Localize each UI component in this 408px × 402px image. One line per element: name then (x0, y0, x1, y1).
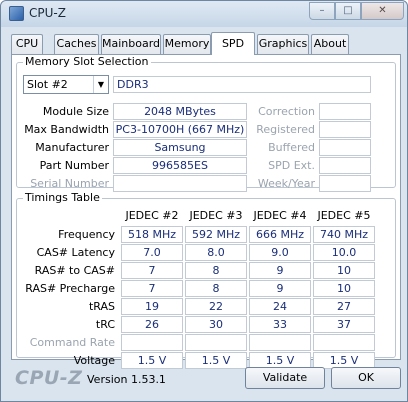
timing-row-label: RAS# to CAS# (34, 264, 115, 277)
bottom-bar: CPU-Z Version 1.53.1 Validate OK (1, 363, 407, 401)
timing-value-cell: 7 (121, 280, 183, 297)
timing-row-label: Command Rate (29, 336, 115, 349)
timing-value-cell: 9 (249, 280, 311, 297)
slot-select-value: Slot #2 (27, 78, 68, 91)
registered-value (319, 121, 371, 138)
column-header: JEDEC #2 (125, 209, 179, 222)
timing-value-cell: 30 (185, 316, 247, 333)
serial-number-label: Serial Number (30, 177, 109, 190)
part-number-label: Part Number (39, 159, 109, 172)
buffered-value (319, 139, 371, 156)
cpuz-logo: CPU-Z (15, 367, 83, 389)
part-number-value: 996585ES (113, 157, 247, 174)
manufacturer-label: Manufacturer (35, 141, 109, 154)
timing-value-cell: 8 (185, 280, 247, 297)
timing-value-cell: 7 (121, 262, 183, 279)
tab-spd[interactable]: SPD (211, 32, 255, 55)
timing-value-cell: 37 (313, 316, 375, 333)
timing-row-label: tRC (95, 318, 115, 331)
timing-value-cell: 9 (249, 262, 311, 279)
timings-table-legend: Timings Table (23, 191, 102, 204)
manufacturer-value: Samsung (113, 139, 247, 156)
timing-value-cell: 518 MHz (121, 226, 183, 243)
timing-value-cell: 666 MHz (249, 226, 311, 243)
column-header: JEDEC #5 (317, 209, 371, 222)
max-bandwidth-label: Max Bandwidth (24, 123, 109, 136)
timing-value-cell: 10 (313, 280, 375, 297)
timing-value-cell: 10.0 (313, 244, 375, 261)
version-label: Version 1.53.1 (87, 373, 166, 386)
timing-value-cell (313, 334, 375, 351)
tab-cpu[interactable]: CPU (11, 34, 43, 54)
close-button[interactable]: ✕ (361, 2, 404, 20)
timing-value-cell: 7.0 (121, 244, 183, 261)
timing-row-label: tRAS (88, 300, 115, 313)
buffered-label: Buffered (268, 141, 315, 154)
timing-value-cell: 592 MHz (185, 226, 247, 243)
column-header: JEDEC #3 (189, 209, 243, 222)
max-bandwidth-value: PC3-10700H (667 MHz) (113, 121, 247, 138)
timing-value-cell: 27 (313, 298, 375, 315)
timing-value-cell: 22 (185, 298, 247, 315)
module-size-value: 2048 MBytes (113, 103, 247, 120)
memory-slot-group: Memory Slot Selection Slot #2 ▼ DDR3 Mod… (16, 55, 396, 192)
ok-button[interactable]: OK (331, 367, 401, 389)
memory-slot-legend: Memory Slot Selection (23, 55, 151, 68)
timing-value-cell: 8.0 (185, 244, 247, 261)
registered-label: Registered (256, 123, 315, 136)
spd-panel: Memory Slot Selection Slot #2 ▼ DDR3 Mod… (11, 54, 401, 369)
timing-value-cell (185, 334, 247, 351)
title-bar[interactable]: CPU-Z – □ ✕ (1, 1, 407, 27)
timing-value-cell (249, 334, 311, 351)
maximize-button[interactable]: □ (335, 2, 361, 20)
tab-caches[interactable]: Caches (54, 34, 99, 54)
timing-value-cell: 8 (185, 262, 247, 279)
window-title: CPU-Z (29, 6, 66, 20)
slot-select[interactable]: Slot #2 ▼ (23, 75, 109, 94)
chevron-down-icon[interactable]: ▼ (93, 76, 108, 93)
memory-type-field: DDR3 (113, 76, 371, 93)
timing-row-label: RAS# Precharge (25, 282, 115, 295)
cpuz-window: CPU-Z – □ ✕ CPU Caches Mainboard Memory … (0, 0, 408, 402)
serial-number-value (113, 175, 247, 192)
timing-row-label: Frequency (58, 228, 115, 241)
validate-button[interactable]: Validate (245, 367, 325, 389)
timing-value-cell: 740 MHz (313, 226, 375, 243)
spd-ext-label: SPD Ext. (268, 159, 315, 172)
correction-label: Correction (258, 105, 315, 118)
tab-bar: CPU Caches Mainboard Memory SPD Graphics… (11, 32, 401, 55)
minimize-button[interactable]: – (309, 2, 335, 20)
timing-value-cell (121, 334, 183, 351)
tab-about[interactable]: About (311, 34, 349, 54)
tab-graphics[interactable]: Graphics (257, 34, 309, 54)
timing-value-cell: 33 (249, 316, 311, 333)
week-year-label: Week/Year (257, 177, 315, 190)
timing-value-cell: 9.0 (249, 244, 311, 261)
timings-table-group: Timings Table JEDEC #2 JEDEC #3 JEDEC #4… (16, 191, 396, 369)
tab-mainboard[interactable]: Mainboard (101, 34, 161, 54)
cpuz-app-icon (9, 6, 24, 21)
module-size-label: Module Size (42, 105, 109, 118)
timing-value-cell: 24 (249, 298, 311, 315)
week-year-value (319, 175, 371, 192)
timing-row-label: CAS# Latency (36, 246, 115, 259)
correction-value (319, 103, 371, 120)
column-header: JEDEC #4 (253, 209, 307, 222)
timing-value-cell: 26 (121, 316, 183, 333)
tab-memory[interactable]: Memory (163, 34, 211, 54)
spd-ext-value (319, 157, 371, 174)
timing-value-cell: 10 (313, 262, 375, 279)
timing-value-cell: 19 (121, 298, 183, 315)
